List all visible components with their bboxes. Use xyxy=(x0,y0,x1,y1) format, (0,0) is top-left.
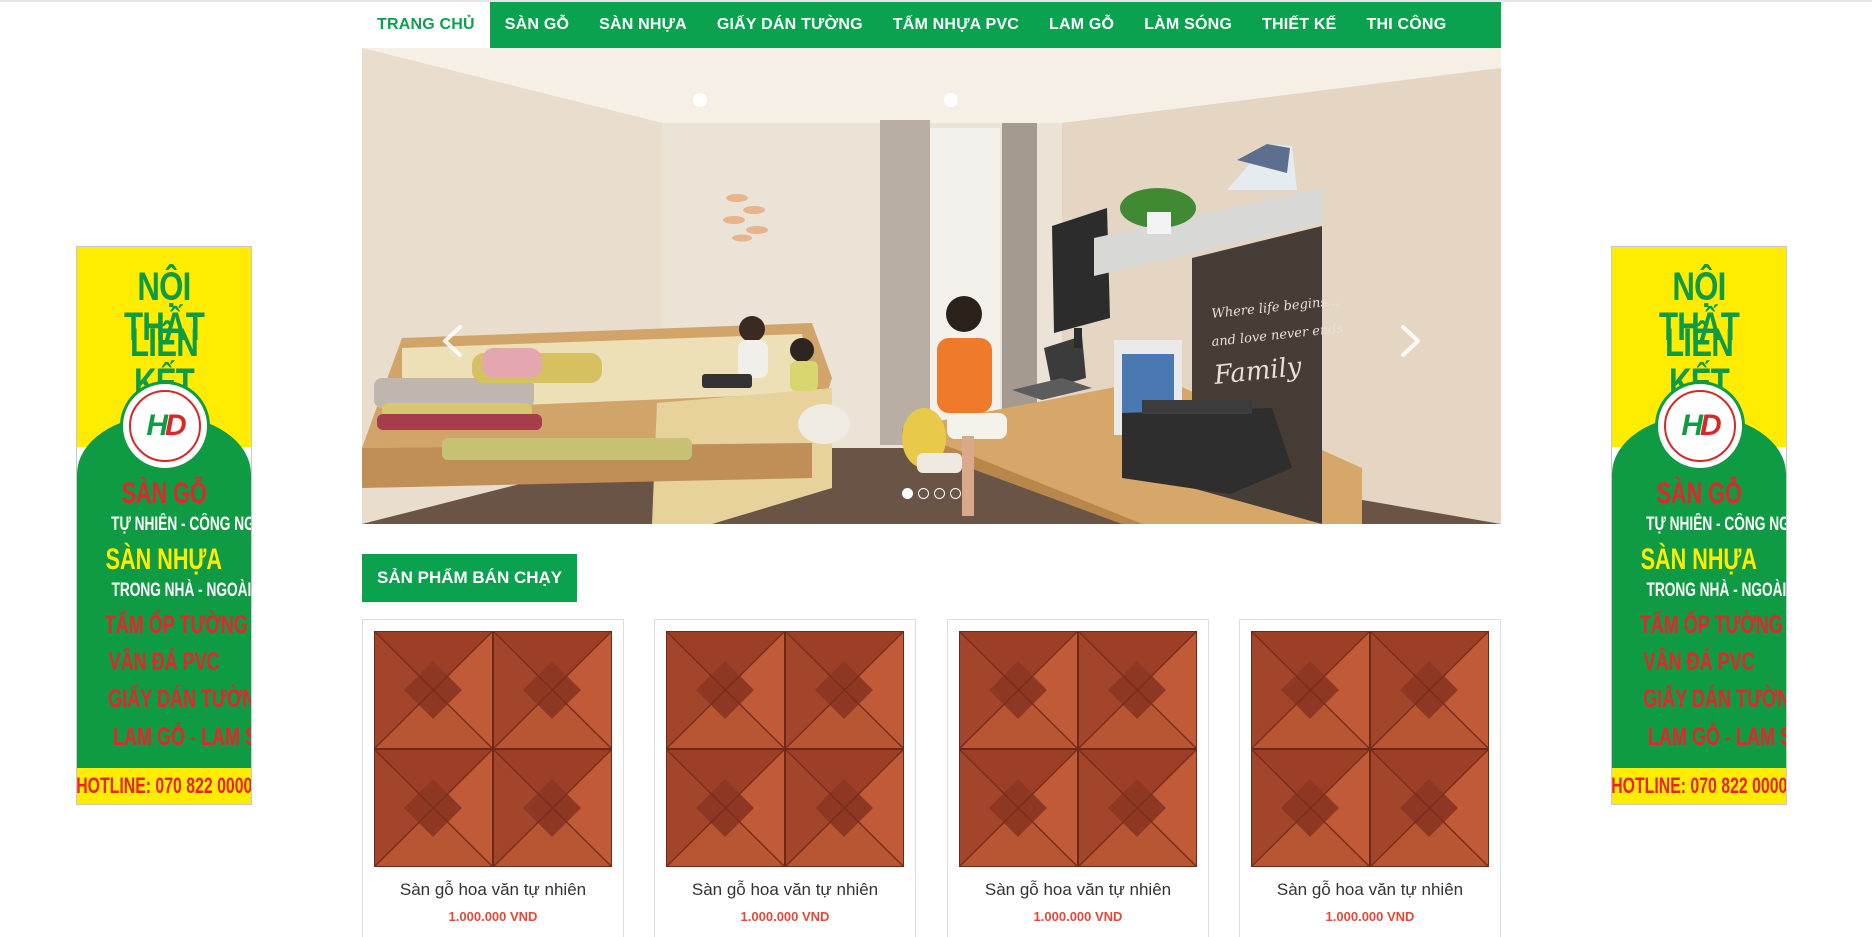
banner-line: TỰ NHIÊN - CÔNG NGHIỆP xyxy=(111,514,251,535)
product-card[interactable]: Sàn gỗ hoa văn tự nhiên 1.000.000 VND xyxy=(362,619,624,937)
banner-line: VÂN ĐÁ PVC xyxy=(108,648,220,676)
banner-line: TẤM ỐP TƯỜNG xyxy=(1639,611,1783,639)
banner-line: LAM GỖ - LAM SÓNG xyxy=(112,723,251,751)
product-image[interactable] xyxy=(959,631,1197,867)
nav-item-san-go[interactable]: SÀN GỖ xyxy=(490,2,584,48)
main-nav: TRANG CHỦ SÀN GỖ SÀN NHỰA GIẤY DÁN TƯỜNG… xyxy=(362,2,1501,48)
nav-item-trang-chu[interactable]: TRANG CHỦ xyxy=(362,2,490,48)
company-logo: HD xyxy=(120,381,210,471)
product-name[interactable]: Sàn gỗ hoa văn tự nhiên xyxy=(655,880,915,900)
slider-next-button[interactable] xyxy=(1391,316,1431,366)
nav-item-thi-cong[interactable]: THI CÔNG xyxy=(1352,2,1462,48)
banner-hotline: HOTLINE: 070 822 0000 xyxy=(1612,768,1786,804)
product-name[interactable]: Sàn gỗ hoa văn tự nhiên xyxy=(363,880,623,900)
slider-dot-4[interactable] xyxy=(950,488,961,499)
banner-line: LAM GỖ - LAM SÓNG xyxy=(1647,723,1786,751)
banner-line: GIẤY DÁN TƯỜNG xyxy=(1643,685,1786,713)
product-image[interactable] xyxy=(1251,631,1489,867)
product-image[interactable] xyxy=(374,631,612,867)
nav-item-tam-nhua-pvc[interactable]: TẤM NHỰA PVC xyxy=(878,2,1034,48)
logo-letter-d: D xyxy=(165,409,187,442)
banner-line: GIẤY DÁN TƯỜNG xyxy=(108,685,251,713)
slider-pagination xyxy=(902,488,961,499)
product-price: 1.000.000 VND xyxy=(1325,909,1415,924)
product-price: 1.000.000 VND xyxy=(448,909,538,924)
product-card[interactable]: Sàn gỗ hoa văn tự nhiên 1.000.000 VND xyxy=(1239,619,1501,937)
product-price: 1.000.000 VND xyxy=(1033,909,1123,924)
banner-line: SÀN NHỰA xyxy=(1640,543,1758,576)
logo-letter-h: H xyxy=(146,409,168,442)
hero-slide-image: Where life begins... and love never ends… xyxy=(362,48,1501,524)
banner-line: SÀN GỖ xyxy=(1656,477,1742,510)
nav-item-lam-go[interactable]: LAM GỖ xyxy=(1034,2,1129,48)
banner-line: VÂN ĐÁ PVC xyxy=(1643,648,1755,676)
section-title-best-sellers: SẢN PHẨM BÁN CHẠY xyxy=(362,554,578,602)
product-card[interactable]: Sàn gỗ hoa văn tự nhiên 1.000.000 VND xyxy=(654,619,916,937)
banner-line: TẤM ỐP TƯỜNG xyxy=(104,611,248,639)
banner-line: SÀN GỖ xyxy=(121,477,207,510)
chevron-right-icon xyxy=(1401,325,1420,357)
side-banner-left[interactable]: NỘI THẤT LIÊN KẾT HD SÀN GỖ TỰ NHIÊN - C… xyxy=(76,246,252,805)
slider-prev-button[interactable] xyxy=(432,316,472,366)
nav-item-lam-song[interactable]: LÀM SÓNG xyxy=(1129,2,1247,48)
hero-slider: Where life begins... and love never ends… xyxy=(362,48,1501,524)
logo-letter-h: H xyxy=(1681,409,1703,442)
nav-item-thiet-ke[interactable]: THIẾT KẾ xyxy=(1247,2,1352,48)
banner-hotline: HOTLINE: 070 822 0000 xyxy=(77,768,251,804)
banner-line: SÀN NHỰA xyxy=(105,543,223,576)
slider-dot-1[interactable] xyxy=(902,488,913,499)
nav-item-san-nhua[interactable]: SÀN NHỰA xyxy=(584,2,702,48)
product-grid: Sàn gỗ hoa văn tự nhiên 1.000.000 VND Sà… xyxy=(362,619,1501,937)
slider-dot-2[interactable] xyxy=(918,488,929,499)
banner-line: TỰ NHIÊN - CÔNG NGHIỆP xyxy=(1646,514,1786,535)
product-price: 1.000.000 VND xyxy=(740,909,830,924)
product-name[interactable]: Sàn gỗ hoa văn tự nhiên xyxy=(948,880,1208,900)
nav-item-giay-dan-tuong[interactable]: GIẤY DÁN TƯỜNG xyxy=(702,2,878,48)
slider-dot-3[interactable] xyxy=(934,488,945,499)
logo-letter-d: D xyxy=(1700,409,1722,442)
product-card[interactable]: Sàn gỗ hoa văn tự nhiên 1.000.000 VND xyxy=(947,619,1209,937)
product-name[interactable]: Sàn gỗ hoa văn tự nhiên xyxy=(1240,880,1500,900)
banner-line: TRONG NHÀ - NGOÀI TRỜI xyxy=(1646,580,1787,601)
side-banner-right[interactable]: NỘI THẤT LIÊN KẾT HD SÀN GỖ TỰ NHIÊN - C… xyxy=(1611,246,1787,805)
banner-line: TRONG NHÀ - NGOÀI TRỜI xyxy=(111,580,252,601)
chevron-left-icon xyxy=(443,325,462,357)
product-image[interactable] xyxy=(666,631,904,867)
company-logo: HD xyxy=(1655,381,1745,471)
